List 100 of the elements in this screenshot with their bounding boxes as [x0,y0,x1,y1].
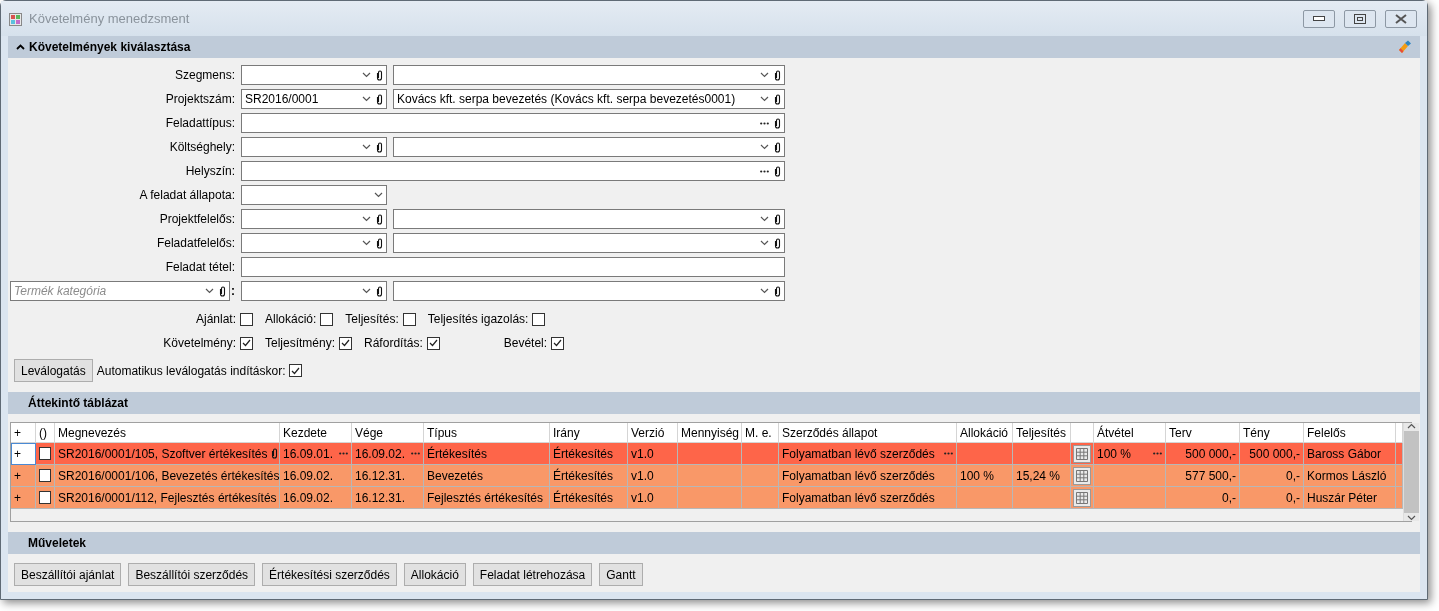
paperclip-icon[interactable] [376,285,383,297]
combo-field[interactable]: Termék kategória [10,281,230,301]
filter-button[interactable]: Leválogatás [14,359,93,382]
grid-button[interactable] [1073,488,1091,507]
close-button[interactable] [1385,9,1417,28]
checkbox[interactable] [240,312,253,326]
column-header[interactable]: Vége [352,423,424,443]
chevron-down-icon[interactable] [362,144,371,150]
chevron-down-icon[interactable] [362,216,371,222]
combo-field[interactable]: Kovács kft. serpa bevezetés (Kovács kft. serpa bevezetés0001) [393,89,785,109]
minimize-button[interactable] [1303,9,1335,28]
checkbox[interactable] [402,312,416,326]
action-button[interactable]: Értékesítési szerződés [262,563,397,586]
column-header[interactable]: Terv [1166,423,1240,443]
paperclip-icon[interactable] [774,141,781,153]
paperclip-icon[interactable] [774,69,781,81]
paperclip-icon[interactable] [376,141,383,153]
section-header[interactable]: Követelmények kiválasztása [8,36,1420,58]
input-field[interactable] [241,257,785,277]
column-header[interactable]: Tény [1240,423,1304,443]
scroll-thumb[interactable] [1404,431,1419,513]
paperclip-icon[interactable] [774,117,781,129]
chevron-down-icon[interactable] [760,288,769,294]
combo-field[interactable] [393,137,785,157]
checkbox[interactable] [426,336,440,350]
paperclip-icon[interactable] [376,69,383,81]
combo-field[interactable] [241,209,387,229]
column-header[interactable]: () [36,423,55,443]
maximize-button[interactable] [1344,9,1376,28]
column-header[interactable]: Típus [424,423,550,443]
chevron-down-icon[interactable] [362,72,371,78]
paperclip-icon[interactable] [774,93,781,105]
combo-field[interactable] [241,233,387,253]
column-header[interactable]: Szerződés állapot [779,423,957,443]
column-header[interactable]: Kezdete [280,423,352,443]
paperclip-icon[interactable] [774,213,781,225]
table-row[interactable]: + SR2016/0001/106, Bevezetés értékesítés 16.09.02. 16.12.31. Bevezetés Értékesítés v1.0 Folyamatban lévő szerződés 100 % 15,24 % 577 500,- 0,- Kormos László [11,465,1403,487]
grid-button[interactable] [1073,444,1091,463]
checkbox[interactable] [289,364,303,377]
restore-icon[interactable] [1354,13,1366,24]
lookup-field[interactable] [241,161,785,181]
ellipsis-icon[interactable] [760,121,769,125]
column-header[interactable]: Átvétel [1094,423,1166,443]
ellipsis-icon[interactable] [760,169,769,173]
combo-field[interactable]: SR2016/0001 [241,89,387,109]
combo-field[interactable] [241,185,387,205]
checkbox[interactable] [551,336,565,350]
close-icon[interactable] [1395,13,1407,24]
caret-up-icon[interactable] [16,44,25,50]
grid-button[interactable] [1073,466,1091,485]
paperclip-icon[interactable] [219,285,226,297]
paperclip-icon[interactable] [774,285,781,297]
combo-field[interactable] [241,65,387,85]
checkbox[interactable] [240,336,253,350]
checkbox[interactable] [39,491,51,504]
combo-field[interactable] [393,65,785,85]
paperclip-icon[interactable] [271,448,279,459]
scroll-down-icon[interactable] [1407,515,1416,521]
chevron-down-icon[interactable] [760,72,769,78]
action-button[interactable]: Gantt [599,563,643,586]
column-header[interactable]: + [11,423,36,443]
lookup-field[interactable] [241,113,785,133]
paperclip-icon[interactable] [376,93,383,105]
chevron-down-icon[interactable] [362,288,371,294]
chevron-down-icon[interactable] [205,288,214,294]
action-button[interactable]: Beszállítói szerződés [128,563,256,586]
combo-field[interactable] [393,209,785,229]
minimize-icon[interactable] [1313,16,1325,21]
combo-field[interactable] [393,281,785,301]
scroll-up-icon[interactable] [1407,423,1416,429]
action-button[interactable]: Feladat létrehozása [472,563,593,586]
paperclip-icon[interactable] [774,165,781,177]
scrollbar[interactable] [1403,423,1419,521]
checkbox[interactable] [320,312,334,326]
section-header[interactable]: Műveletek [8,532,1420,554]
chevron-down-icon[interactable] [760,144,769,150]
combo-field[interactable] [241,281,387,301]
chevron-down-icon[interactable] [760,96,769,102]
column-header[interactable]: Teljesítés [1013,423,1071,443]
section-header[interactable]: Áttekintő táblázat [8,392,1420,414]
chevron-down-icon[interactable] [362,96,371,102]
action-button[interactable]: Allokáció [403,563,466,586]
combo-field[interactable] [241,137,387,157]
checkbox[interactable] [532,312,546,326]
table-row[interactable]: + SR2016/0001/105, Szoftver értékesítés 16.09.01. 16.09.02. Értékesítés Értékesítés v1.0 Folyamatban lévő szerződés 100 % 500 000,- 500 000,- Baross Gábor [11,443,1403,465]
combo-field[interactable] [393,233,785,253]
column-header[interactable]: Verzió [628,423,678,443]
column-header[interactable]: Felelős [1304,423,1396,443]
paperclip-icon[interactable] [774,237,781,249]
column-header[interactable]: Megnevezés [55,423,280,443]
table-row[interactable]: + SR2016/0001/112, Fejlesztés értékesítés 16.09.02. 16.12.31. Fejlesztés értékesítés Értékesítés v1.0 Folyamatban lévő szerződés 0,- 0,- Huszár Péter [11,487,1403,509]
column-header[interactable]: Mennyiség [678,423,742,443]
chevron-down-icon[interactable] [760,240,769,246]
checkbox[interactable] [339,336,353,350]
chevron-down-icon[interactable] [362,240,371,246]
action-button[interactable]: Beszállítói ajánlat [14,563,122,586]
column-header[interactable]: Irány [550,423,628,443]
checkbox[interactable] [39,469,51,482]
column-header[interactable]: M. e. [742,423,779,443]
column-header[interactable]: Allokáció [957,423,1013,443]
